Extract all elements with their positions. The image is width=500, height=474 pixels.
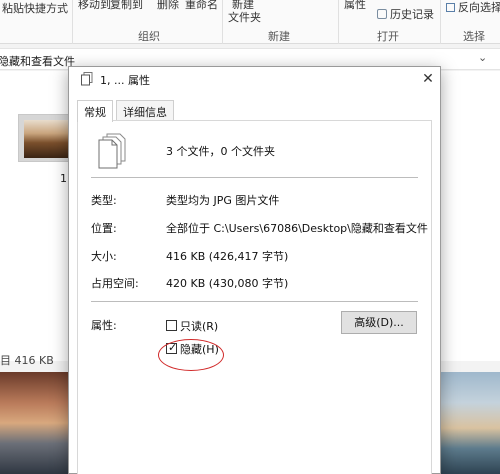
chevron-down-icon[interactable]: ⌄ — [478, 51, 487, 64]
size-value: 416 KB (426,417 字节) — [166, 250, 289, 263]
tab-general[interactable]: 常规 — [77, 100, 113, 122]
rename-button[interactable]: 重命名 — [185, 0, 218, 12]
invert-selection-button[interactable]: 反向选择 — [446, 0, 500, 15]
general-panel: 3 个文件，0 个文件夹 类型: 类型均为 JPG 图片文件 位置: 全部位于 … — [77, 120, 432, 474]
dialog-title: 1, ... 属性 — [100, 74, 150, 87]
ribbon-divider — [72, 0, 73, 44]
advanced-attributes-button[interactable]: 高级(D)... — [341, 311, 417, 334]
type-value: 类型均为 JPG 图片文件 — [166, 194, 280, 207]
ribbon-divider — [222, 0, 223, 44]
hidden-checkbox[interactable]: ✓ — [166, 341, 178, 354]
ribbon-divider — [338, 0, 339, 44]
ribbon-group-new: 新建 — [268, 30, 290, 43]
size-label: 大小: — [91, 250, 117, 263]
readonly-label[interactable]: 只读(R) — [180, 318, 218, 334]
ribbon-group-open: 打开 — [377, 30, 399, 43]
files-summary: 3 个文件，0 个文件夹 — [166, 145, 275, 158]
properties-dialog: 1, ... 属性 ✕ 常规 详细信息 3 个文件，0 个文件夹 类型: 类型均… — [68, 66, 441, 474]
checkmark-icon: ✓ — [168, 341, 178, 354]
history-icon — [377, 9, 387, 19]
file-label: 1 — [60, 172, 67, 185]
attributes-label: 属性: — [91, 319, 117, 332]
hidden-label[interactable]: 隐藏(H) — [180, 341, 219, 357]
ribbon-divider — [440, 0, 441, 44]
invert-selection-label: 反向选择 — [458, 1, 500, 14]
size-on-disk-value: 420 KB (430,080 字节) — [166, 277, 289, 290]
thumbnail-image — [24, 120, 74, 158]
readonly-checkbox[interactable] — [166, 320, 177, 331]
close-icon: ✕ — [422, 71, 434, 87]
location-value: 全部位于 C:\Users\67086\Desktop\隐藏和查看文件 — [166, 222, 428, 235]
dialog-titlebar[interactable]: 1, ... 属性 ✕ — [69, 67, 440, 91]
properties-button[interactable]: 属性 — [344, 0, 366, 12]
history-label: 历史记录 — [390, 8, 434, 21]
size-on-disk-label: 占用空间: — [91, 277, 139, 290]
background-photo-left — [0, 372, 68, 474]
files-icon — [81, 72, 93, 86]
multiple-files-icon — [98, 133, 126, 169]
address-path: 隐藏和查看文件 — [0, 55, 75, 68]
history-button[interactable]: 历史记录 — [377, 6, 434, 22]
new-folder-button[interactable]: 文件夹 — [228, 9, 261, 25]
tab-details[interactable]: 详细信息 — [116, 100, 174, 121]
separator — [91, 301, 418, 302]
ribbon-group-organize: 组织 — [138, 30, 160, 43]
status-text: 目 416 KB — [0, 354, 54, 367]
invert-selection-icon — [446, 3, 455, 12]
type-label: 类型: — [91, 194, 117, 207]
paste-shortcut-button[interactable]: 粘贴快捷方式 — [2, 0, 68, 16]
move-to-button[interactable]: 移动到 — [78, 0, 111, 12]
ribbon: 粘贴快捷方式 移动到 复制到 删除 重命名 组织 新建 文件夹 新建 属性 历史… — [0, 0, 500, 44]
background-photo-right — [432, 372, 500, 474]
ribbon-group-select: 选择 — [463, 30, 485, 43]
close-button[interactable]: ✕ — [417, 68, 439, 90]
copy-to-button[interactable]: 复制到 — [110, 0, 143, 12]
location-label: 位置: — [91, 222, 117, 235]
delete-button[interactable]: 删除 — [157, 0, 179, 12]
separator — [91, 177, 418, 178]
